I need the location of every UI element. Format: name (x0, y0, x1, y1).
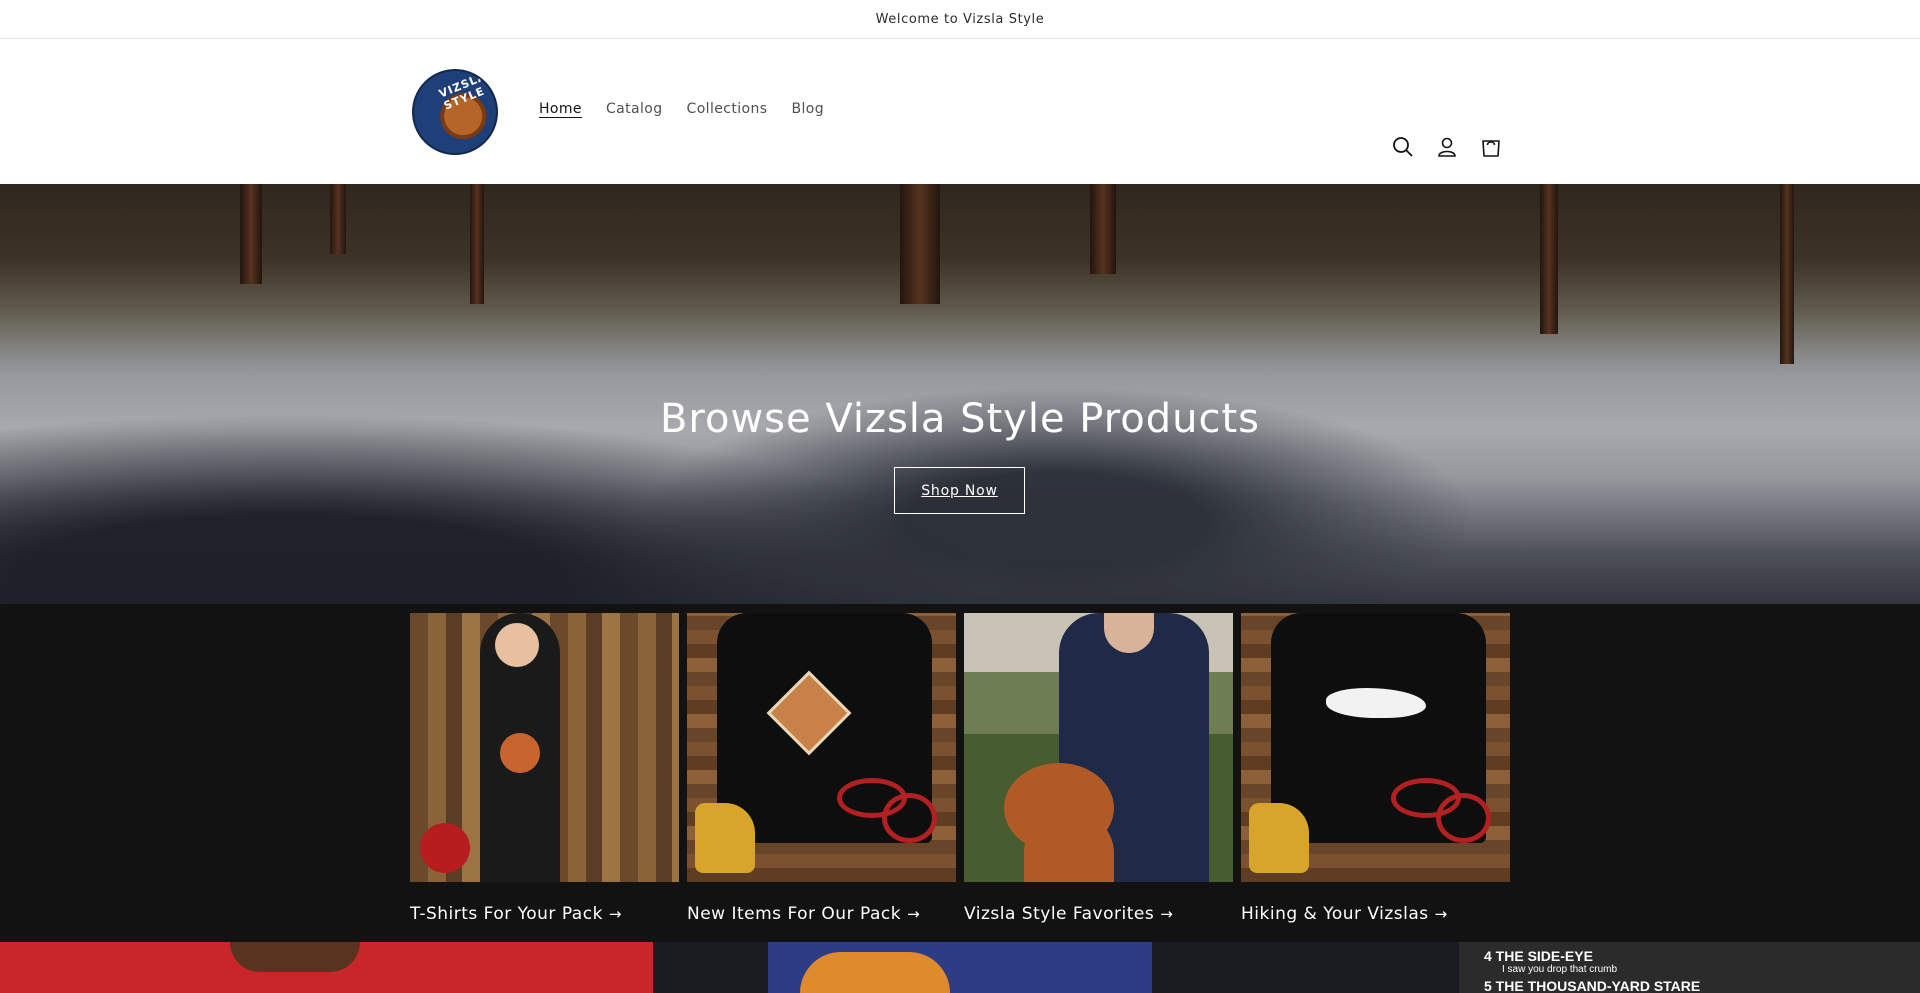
nav-home[interactable]: Home (539, 101, 582, 117)
collection-link[interactable]: Vizsla Style Favorites → (964, 904, 1233, 924)
collection-link[interactable]: New Items For Our Pack → (687, 904, 956, 924)
nav-catalog[interactable]: Catalog (606, 101, 663, 117)
collection-title: Vizsla Style Favorites (964, 904, 1155, 924)
strip-text: 4 THE SIDE-EYE (1484, 948, 1593, 964)
collection-link[interactable]: T-Shirts For Your Pack → (410, 904, 679, 924)
logo-text: VIZSLA STYLE (437, 69, 489, 113)
collection-card[interactable]: Vizsla Style Favorites → (964, 613, 1233, 924)
collection-card[interactable]: Hiking & Your Vizslas → (1241, 613, 1510, 924)
hero-title: Browse Vizsla Style Products (659, 396, 1261, 442)
collection-title: Hiking & Your Vizslas (1241, 904, 1429, 924)
arrow-right-icon: → (1434, 905, 1448, 923)
dog-illustration (230, 942, 360, 972)
collection-title: New Items For Our Pack (687, 904, 902, 924)
logo[interactable]: VIZSLA STYLE (412, 69, 498, 155)
collection-image[interactable] (964, 613, 1233, 882)
main-nav: Home Catalog Collections Blog (539, 101, 824, 117)
collection-image[interactable] (410, 613, 679, 882)
collection-link[interactable]: Hiking & Your Vizslas → (1241, 904, 1510, 924)
announcement-bar: Welcome to Vizsla Style (0, 0, 1920, 39)
next-section-preview: 4 THE SIDE-EYE I saw you drop that crumb… (0, 942, 1920, 993)
nav-blog[interactable]: Blog (791, 101, 824, 117)
cart-icon[interactable] (1478, 134, 1504, 160)
nav-collections[interactable]: Collections (687, 101, 768, 117)
collection-image[interactable] (1241, 613, 1510, 882)
collection-list: T-Shirts For Your Pack → New Items For O… (0, 604, 1920, 942)
collection-image[interactable] (687, 613, 956, 882)
shop-now-button[interactable]: Shop Now (894, 467, 1025, 514)
collection-card[interactable]: T-Shirts For Your Pack → (410, 613, 679, 924)
hero-overlay (0, 184, 1920, 604)
dog-illustration (800, 952, 950, 993)
collection-card[interactable]: New Items For Our Pack → (687, 613, 956, 924)
collection-title: T-Shirts For Your Pack (410, 904, 603, 924)
arrow-right-icon: → (907, 905, 921, 923)
hero-banner: Browse Vizsla Style Products Shop Now (0, 184, 1920, 604)
arrow-right-icon: → (608, 905, 622, 923)
site-header: VIZSLA STYLE Home Catalog Collections Bl… (0, 39, 1920, 184)
strip-text: 5 THE THOUSAND-YARD STARE (1484, 978, 1701, 993)
announcement-text: Welcome to Vizsla Style (875, 11, 1045, 27)
search-icon[interactable] (1390, 134, 1416, 160)
strip-text: I saw you drop that crumb (1502, 964, 1618, 975)
account-icon[interactable] (1434, 134, 1460, 160)
arrow-right-icon: → (1160, 905, 1174, 923)
